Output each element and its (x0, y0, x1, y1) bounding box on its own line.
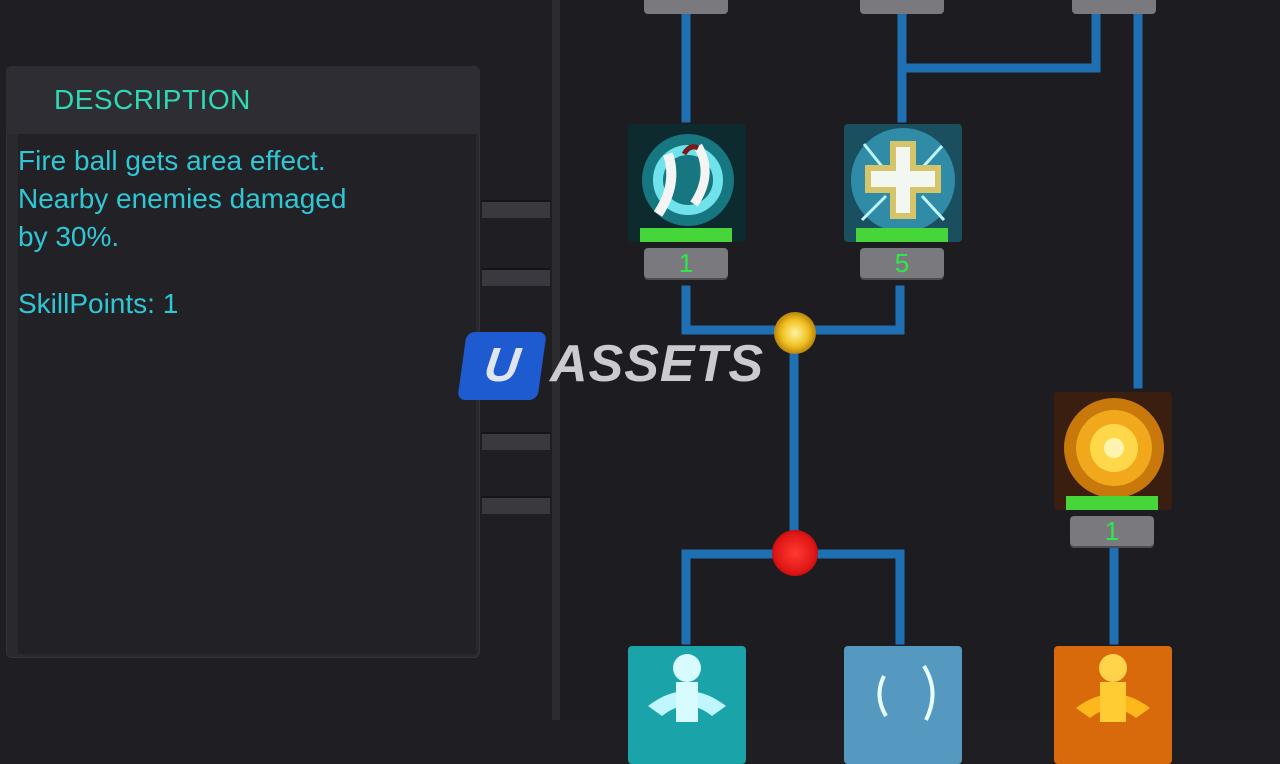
description-title: DESCRIPTION (54, 84, 251, 115)
side-tab-3[interactable] (482, 432, 550, 450)
description-header: DESCRIPTION (6, 66, 480, 134)
skill-node-wind-slash[interactable]: 1 (626, 124, 748, 284)
skill-progress-bar (856, 228, 948, 242)
side-tab-1[interactable] (482, 200, 550, 218)
side-tab-2[interactable] (482, 268, 550, 286)
skill-progress-bar (640, 228, 732, 242)
skill-node-fire-nova[interactable]: 1 (1052, 392, 1174, 552)
skill-node-frost-shard[interactable] (842, 646, 964, 764)
skill-progress-bar (1066, 496, 1158, 510)
wind-slash-icon (628, 124, 746, 242)
heal-cross-icon (844, 124, 962, 242)
watermark-text: ASSETS (550, 335, 765, 393)
description-text: Fire ball gets area effect. Nearby enemi… (18, 145, 347, 252)
watermark-logo-icon: U (457, 332, 547, 400)
skill-node-fire-golem[interactable] (1052, 646, 1174, 764)
fire-golem-icon (1054, 646, 1172, 764)
skill-level-badge: 1 (644, 248, 728, 278)
top-level-badge (644, 0, 728, 14)
gold-joint-icon (774, 312, 816, 354)
skill-level-badge: 5 (860, 248, 944, 278)
skill-node-heal-cross[interactable]: 5 (842, 124, 964, 284)
skill-node-water-spirit[interactable] (626, 646, 748, 764)
skill-level-badge: 1 (1070, 516, 1154, 546)
description-panel: DESCRIPTION Fire ball gets area effect. … (6, 66, 480, 658)
red-joint-icon (772, 530, 818, 576)
connector-line (897, 5, 1101, 73)
fire-nova-icon (1054, 392, 1172, 510)
water-spirit-icon (628, 646, 746, 764)
side-tab-4[interactable] (482, 496, 550, 514)
top-level-badge (1072, 0, 1156, 14)
frost-shard-icon (844, 646, 962, 764)
top-level-badge (860, 0, 944, 14)
skill-points-label: SkillPoints: 1 (18, 288, 179, 319)
